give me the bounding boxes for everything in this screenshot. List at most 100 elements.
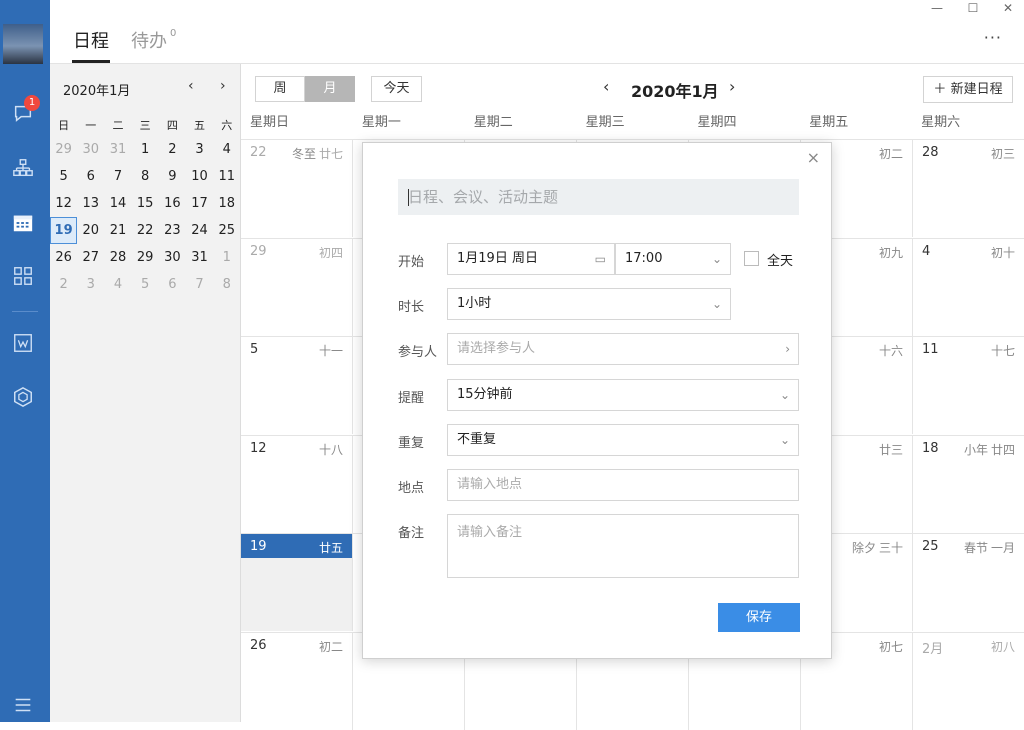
mini-day[interactable]: 10 — [186, 163, 213, 190]
cube-icon[interactable] — [10, 384, 36, 410]
weekday-label: 星期一 — [361, 115, 401, 130]
mini-day[interactable]: 21 — [104, 217, 131, 244]
calendar-day-cell[interactable]: 25 一月 春节 — [912, 534, 1024, 631]
calendar-day-cell[interactable]: 18 廿四 小年 — [912, 435, 1024, 533]
mini-day[interactable]: 2 — [50, 271, 77, 298]
calendar-day-cell[interactable]: 12 十八 — [241, 436, 352, 533]
mini-day[interactable]: 27 — [77, 244, 104, 271]
mini-day[interactable]: 28 — [104, 244, 131, 271]
mini-week-row: 5 6 7 8 9 10 11 — [50, 163, 241, 190]
mini-day[interactable]: 5 — [132, 271, 159, 298]
calendar-day-cell[interactable]: 11 十七 — [912, 337, 1024, 434]
duration-select[interactable]: 1小时 ⌄ — [447, 288, 731, 320]
repeat-select[interactable]: 不重复 ⌄ — [447, 424, 799, 456]
all-day-checkbox[interactable] — [744, 251, 759, 266]
mini-prev-month-button[interactable]: ‹ — [188, 78, 194, 94]
mini-day[interactable]: 20 — [77, 217, 104, 244]
mini-day[interactable]: 26 — [50, 244, 77, 271]
mini-day[interactable]: 12 — [50, 190, 77, 217]
mini-day[interactable]: 30 — [159, 244, 186, 271]
calendar-day-cell[interactable]: 29 初四 — [241, 239, 352, 336]
mini-day[interactable]: 4 — [213, 136, 240, 163]
calendar-day-cell[interactable]: 28 初三 — [912, 140, 1024, 237]
location-input[interactable]: 请输入地点 — [447, 469, 799, 501]
new-event-dialog: × 开始 1月19日 周日 ▭ 17:00 ⌄ 全天 时长 1小时 ⌄ 参与人 请选择… — [362, 142, 832, 659]
mini-day[interactable]: 11 — [213, 163, 240, 190]
event-title-input[interactable] — [398, 179, 799, 215]
mini-day[interactable]: 29 — [50, 136, 77, 163]
participants-field[interactable]: 请选择参与人 › — [447, 333, 799, 365]
mini-day[interactable]: 16 — [159, 190, 186, 217]
mini-day[interactable]: 8 — [132, 163, 159, 190]
calendar-icon[interactable] — [10, 210, 36, 236]
mini-day[interactable]: 7 — [186, 271, 213, 298]
mini-day[interactable]: 24 — [186, 217, 213, 244]
mini-next-month-button[interactable]: › — [220, 78, 226, 94]
avatar[interactable] — [3, 24, 43, 64]
calendar-day-cell[interactable]: 19 廿五 — [241, 534, 352, 631]
tab-schedule[interactable]: 日程 — [73, 27, 109, 53]
mini-day[interactable]: 3 — [77, 271, 104, 298]
mini-week-row: 12 13 14 15 16 17 18 — [50, 190, 241, 217]
mini-day[interactable]: 9 — [159, 163, 186, 190]
close-icon[interactable]: × — [807, 148, 820, 167]
calendar-day-cell[interactable]: 4 初十 — [912, 238, 1024, 336]
document-icon[interactable] — [10, 330, 36, 356]
mini-day[interactable]: 6 — [77, 163, 104, 190]
mini-week-row: 29 30 31 1 2 3 4 — [50, 136, 241, 163]
mini-day[interactable]: 15 — [132, 190, 159, 217]
today-button[interactable]: 今天 — [371, 76, 422, 102]
calendar-day-cell[interactable]: 5 十一 — [241, 337, 352, 434]
tab-todo[interactable]: 待办 0 — [131, 27, 176, 53]
maximize-button[interactable]: ☐ — [958, 0, 988, 16]
close-window-button[interactable]: ✕ — [993, 0, 1023, 16]
participants-placeholder: 请选择参与人 — [457, 341, 536, 356]
week-view-button[interactable]: 周 — [255, 76, 305, 102]
day-number: 26 — [250, 637, 267, 653]
mini-day[interactable]: 7 — [104, 163, 131, 190]
note-textarea[interactable]: 请输入备注 — [447, 514, 799, 578]
more-menu-button[interactable]: ··· — [984, 28, 1002, 47]
lunar-date: 初四 — [318, 245, 343, 260]
mini-day[interactable]: 2 — [159, 136, 186, 163]
reminder-select[interactable]: 15分钟前 ⌄ — [447, 379, 799, 411]
mini-day[interactable]: 31 — [186, 244, 213, 271]
mini-day[interactable]: 8 — [213, 271, 240, 298]
save-button[interactable]: 保存 — [718, 603, 800, 632]
mini-day[interactable]: 4 — [104, 271, 131, 298]
mini-day[interactable]: 30 — [77, 136, 104, 163]
mini-day[interactable]: 29 — [132, 244, 159, 271]
mini-day[interactable]: 18 — [213, 190, 240, 217]
menu-icon[interactable] — [10, 692, 36, 718]
start-date-field[interactable]: 1月19日 周日 ▭ — [447, 243, 615, 275]
mini-day[interactable]: 22 — [132, 217, 159, 244]
start-time-select[interactable]: 17:00 ⌄ — [615, 243, 731, 275]
next-month-button[interactable]: › — [729, 77, 735, 96]
minimize-button[interactable]: — — [922, 0, 952, 16]
mini-day[interactable]: 1 — [213, 244, 240, 271]
mini-day[interactable]: 13 — [77, 190, 104, 217]
prev-month-button[interactable]: ‹ — [603, 77, 609, 96]
calendar-day-cell[interactable]: 2月 初八 — [912, 632, 1024, 730]
mini-day[interactable]: 6 — [159, 271, 186, 298]
mini-day[interactable]: 17 — [186, 190, 213, 217]
plus-icon: ＋ — [933, 82, 947, 97]
apps-grid-icon[interactable] — [10, 263, 36, 289]
mini-day[interactable]: 31 — [104, 136, 131, 163]
org-chart-icon[interactable] — [10, 155, 36, 181]
mini-day[interactable]: 14 — [104, 190, 131, 217]
festival-label: 冬至 — [291, 147, 316, 161]
mini-day[interactable]: 3 — [186, 136, 213, 163]
calendar-day-cell[interactable]: 26 初二 — [241, 633, 352, 730]
note-row: 备注 请输入备注 — [398, 514, 834, 578]
calendar-day-cell[interactable]: 22 廿七 冬至 — [241, 140, 352, 237]
date-picker-icon[interactable]: ▭ — [595, 244, 606, 274]
mini-day[interactable]: 19 — [50, 217, 78, 244]
month-view-button[interactable]: 月 — [305, 76, 355, 102]
new-event-button[interactable]: ＋ 新建日程 — [923, 76, 1013, 103]
mini-day[interactable]: 5 — [50, 163, 77, 190]
mini-day[interactable]: 23 — [159, 217, 186, 244]
mini-day[interactable]: 1 — [132, 136, 159, 163]
mini-week-row: 19 20 21 22 23 24 25 — [50, 217, 241, 244]
mini-day[interactable]: 25 — [213, 217, 240, 244]
